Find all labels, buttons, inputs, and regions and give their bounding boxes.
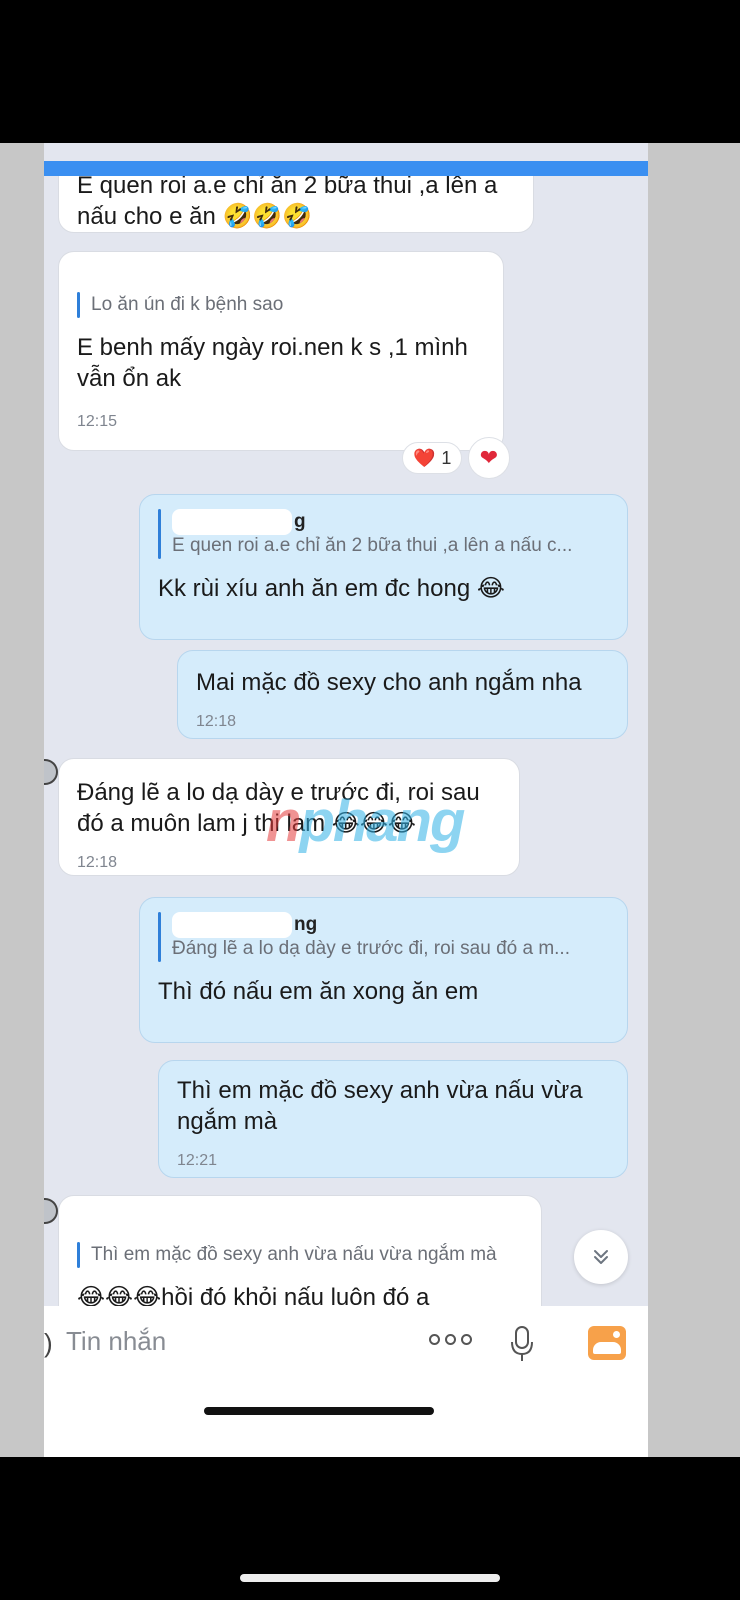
reaction-count: 1 [441,447,452,468]
top-black-bar [0,0,740,143]
react-heart-button[interactable]: ❤ [468,437,510,479]
emoji-icon[interactable]: ) [44,1328,53,1359]
image-gallery-icon[interactable] [588,1326,626,1360]
message-bubble-outgoing[interactable]: Thì em mặc đồ sexy anh vừa nấu vừa ngắm … [158,1060,628,1178]
message-bubble-outgoing[interactable]: g E quen roi a.e chỉ ăn 2 bữa thui ,a lê… [139,494,628,640]
heart-icon: ❤ [479,445,499,470]
sender-avatar[interactable] [44,1198,58,1224]
chat-screen: E quen roi a.e chỉ ăn 2 bữa thui ,a lên … [44,143,648,1457]
quoted-message[interactable]: ng Đáng lẽ a lo dạ dày e trước đi, roi s… [158,912,609,962]
quoted-message[interactable]: g E quen roi a.e chỉ ăn 2 bữa thui ,a lê… [158,509,609,559]
redacted-name [172,509,292,535]
microphone-icon[interactable] [510,1326,534,1362]
message-bubble-incoming[interactable]: E quen roi a.e chỉ ăn 2 bữa thui ,a lên … [58,176,534,233]
message-time: 12:15 [77,413,118,430]
quoted-message[interactable]: Lo ăn ún đi k bệnh sao [77,292,485,318]
right-gray-margin [648,143,740,1457]
quoted-text: Thì em mặc đồ sexy anh vừa nấu vừa ngắm … [91,1244,497,1265]
more-dots-icon[interactable] [429,1334,472,1345]
header-strip [44,161,648,176]
scroll-down-button[interactable] [574,1230,628,1284]
heart-icon: ❤️ [413,447,436,469]
message-input[interactable]: Tin nhắn [66,1326,166,1357]
sender-avatar[interactable] [44,759,58,785]
outer-home-indicator [240,1574,500,1582]
message-text: Thì đó nấu em ăn xong ăn em [158,978,479,1005]
message-list[interactable]: E quen roi a.e chỉ ăn 2 bữa thui ,a lên … [44,176,648,1336]
quoted-sender-name: g [172,509,609,535]
message-text: Mai mặc đồ sexy cho anh ngắm nha [196,669,582,696]
scroll-down-icon [594,1250,608,1264]
message-text: E benh mấy ngày roi.nen k s ,1 mình vẫn … [77,334,468,392]
message-time: 12:18 [196,713,237,730]
quoted-sender-name: ng [172,912,609,938]
quoted-text: Lo ăn ún đi k bệnh sao [91,294,284,315]
redacted-name [172,912,292,938]
watermark-logo: nphang [266,789,465,854]
home-indicator [204,1407,434,1415]
composer-bar: ) Tin nhắn [44,1306,648,1457]
message-time: 12:21 [177,1152,218,1169]
message-bubble-incoming[interactable]: Lo ăn ún đi k bệnh sao E benh mấy ngày r… [58,251,504,451]
message-text: E quen roi a.e chỉ ăn 2 bữa thui ,a lên … [77,176,498,230]
message-bubble-outgoing[interactable]: ng Đáng lẽ a lo dạ dày e trước đi, roi s… [139,897,628,1043]
quoted-text: Đáng lẽ a lo dạ dày e trước đi, roi sau … [172,938,570,959]
message-text: Kk rùi xíu anh ăn em đc hong 😂 [158,575,505,602]
left-gray-margin [0,143,44,1457]
reaction-count-badge[interactable]: ❤️ 1 [402,442,463,474]
quoted-text: E quen roi a.e chỉ ăn 2 bữa thui ,a lên … [172,535,573,556]
message-bubble-outgoing[interactable]: Mai mặc đồ sexy cho anh ngắm nha 12:18 [177,650,628,739]
quoted-message[interactable]: Thì em mặc đồ sexy anh vừa nấu vừa ngắm … [77,1242,523,1268]
message-text: Thì em mặc đồ sexy anh vừa nấu vừa ngắm … [177,1077,583,1135]
